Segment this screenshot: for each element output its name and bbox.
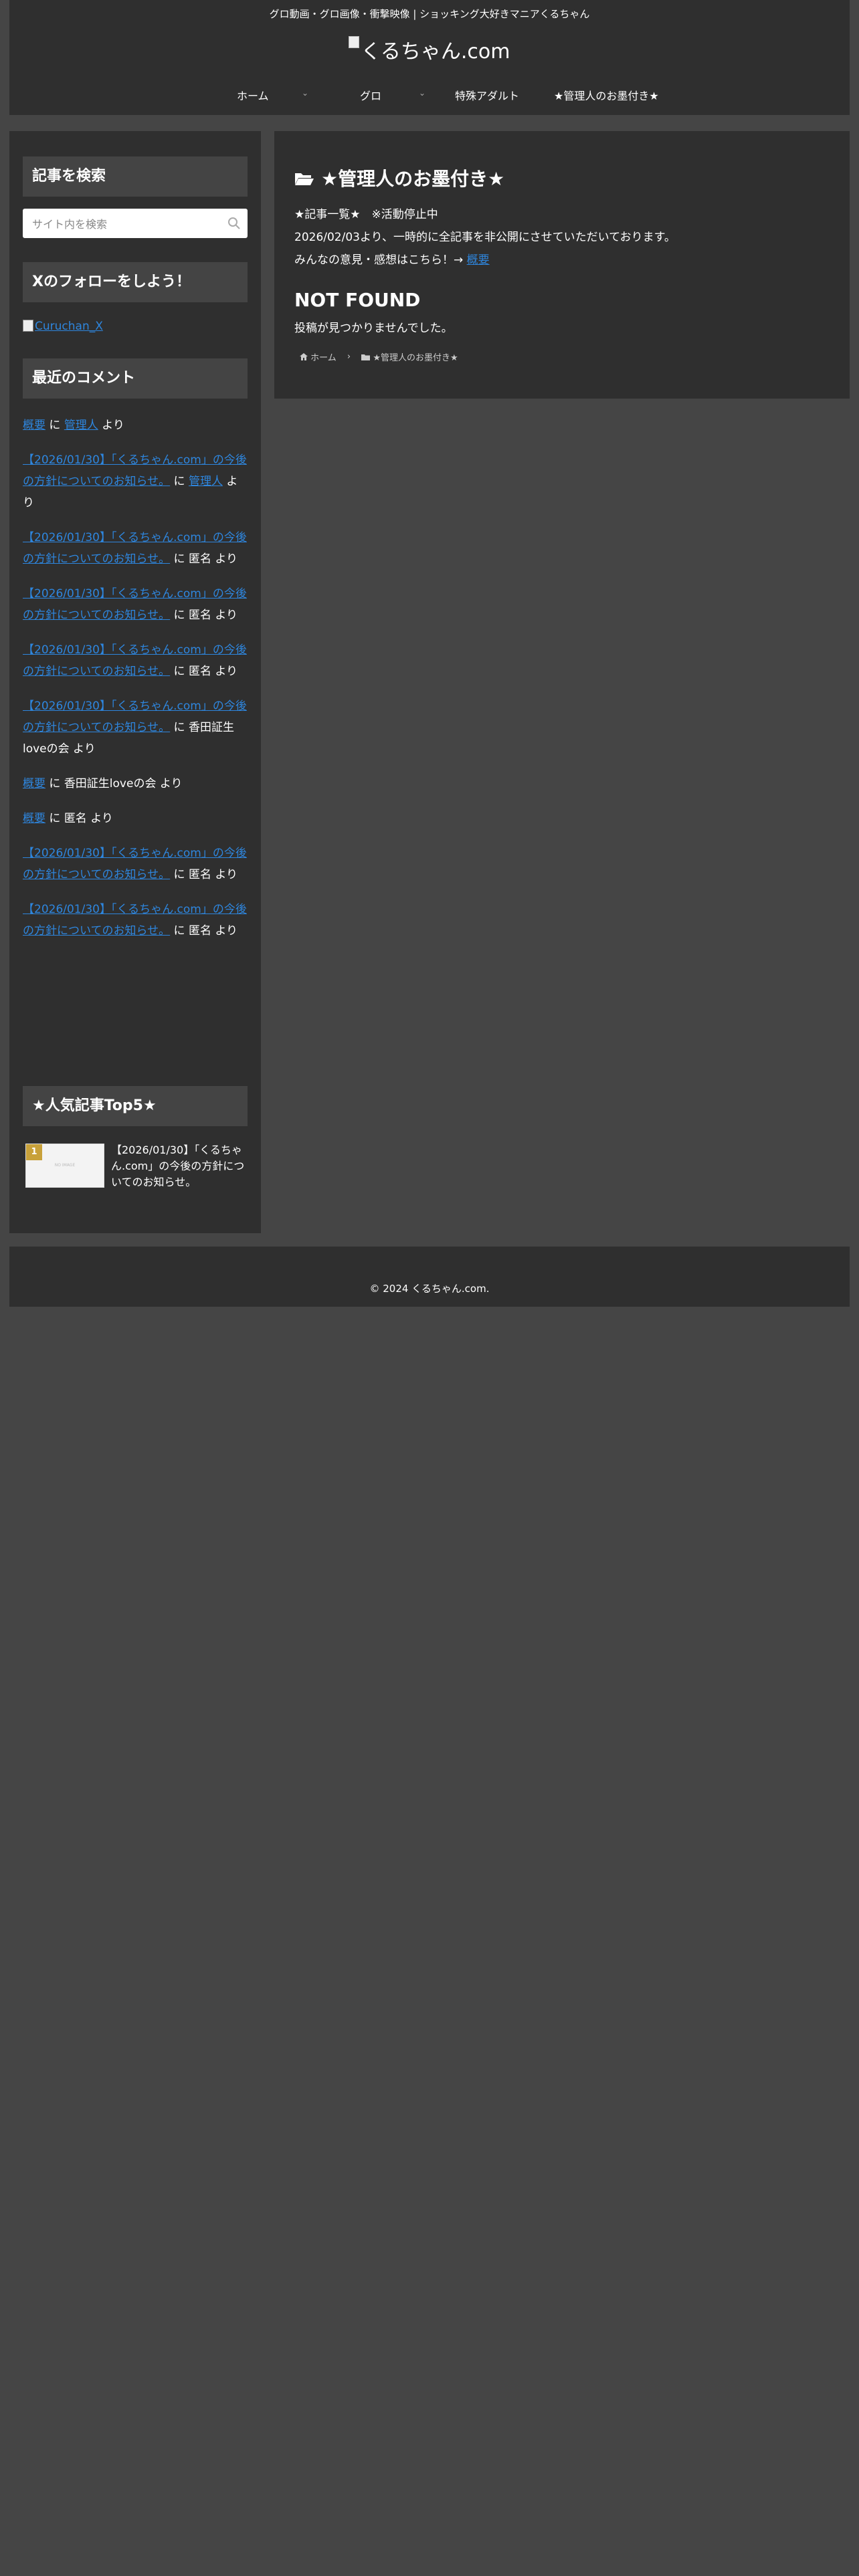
popular-post-title[interactable]: 【2026/01/30】「くるちゃん.com」の今後の方針についてのお知らせ。	[111, 1142, 252, 1190]
x-follow-link[interactable]: Curuchan_X	[23, 320, 103, 333]
comment-item: 概要 に 匿名 より	[23, 808, 248, 829]
desc-line-3-prefix: みんなの意見・感想はこちら！→	[294, 253, 467, 267]
comment-connector: に	[170, 924, 189, 938]
popular-posts-title: ★人気記事Top5★	[23, 1086, 248, 1126]
x-follow-image-alt[interactable]: Curuchan_X	[35, 320, 103, 333]
desc-line-2: 2026/02/03より、一時的に全記事を非公開にさせていただいております。	[294, 231, 676, 244]
recent-comments-list: 概要 に 管理人 より 【2026/01/30】「くるちゃん.com」の今後の方…	[23, 415, 248, 955]
comment-author: 匿名	[188, 609, 211, 622]
search-form	[23, 209, 248, 239]
main-navigation: ホーム ⌄ グロ ⌄ 特殊アダルト ★管理人のお墨付き★	[9, 82, 850, 108]
rank-badge: 1	[26, 1144, 42, 1160]
breadcrumb: ホーム › ★管理人のお墨付き★	[300, 350, 458, 363]
sidebar: 記事を検索 Xのフォローをしよう！ Curuchan_X 最近のコメント 概要 …	[9, 131, 261, 1233]
comment-suffix: より	[211, 924, 238, 938]
page-title-text: ★管理人のお墨付き★	[321, 168, 505, 190]
nav-item-admin-picks[interactable]: ★管理人のお墨付き★	[554, 87, 659, 103]
comment-item: 【2026/01/30】「くるちゃん.com」の今後の方針についてのお知らせ。 …	[23, 449, 248, 514]
comment-connector: に	[170, 868, 189, 881]
comment-author-link[interactable]: 管理人	[189, 475, 223, 488]
comment-suffix: より	[98, 419, 124, 432]
category-description: ★記事一覧★ ※活動停止中 2026/02/03より、一時的に全記事を非公開にさ…	[294, 203, 676, 272]
folder-icon	[361, 354, 371, 360]
desc-line-1: ★記事一覧★ ※活動停止中	[294, 208, 438, 221]
comment-suffix: より	[211, 609, 238, 622]
nav-item-special-adult[interactable]: 特殊アダルト	[455, 87, 519, 103]
popular-post-thumbnail[interactable]: NO IMAGE 1	[25, 1144, 104, 1188]
no-image-label: NO IMAGE	[54, 1163, 76, 1168]
comment-suffix: より	[156, 777, 183, 790]
comment-author: 匿名	[188, 665, 211, 678]
comment-suffix: より	[211, 552, 238, 566]
folder-open-icon	[295, 173, 314, 185]
overview-link[interactable]: 概要	[467, 253, 490, 267]
comment-author: 匿名	[188, 552, 211, 566]
comment-author: 匿名	[64, 812, 87, 825]
comment-connector: に	[170, 721, 189, 734]
comment-post-link[interactable]: 概要	[23, 812, 45, 825]
chevron-down-icon[interactable]: ⌄	[419, 88, 425, 98]
comment-item: 【2026/01/30】「くるちゃん.com」の今後の方針についてのお知らせ。 …	[23, 899, 248, 942]
not-found-heading: NOT FOUND	[294, 289, 421, 311]
nav-item-guro[interactable]: グロ	[360, 87, 381, 103]
site-logo[interactable]: くるちゃん.com	[9, 35, 850, 64]
comment-connector: に	[170, 665, 189, 678]
recent-comments-title: 最近のコメント	[23, 358, 248, 399]
home-icon	[300, 353, 308, 360]
comment-connector: に	[45, 777, 64, 790]
copyright: © 2024 くるちゃん.com.	[369, 1283, 490, 1295]
comment-item: 【2026/01/30】「くるちゃん.com」の今後の方針についてのお知らせ。 …	[23, 639, 248, 682]
site-tagline: グロ動画・グロ画像・衝撃映像 | ショッキング大好きマニアくるちゃん	[269, 8, 590, 20]
comment-item: 【2026/01/30】「くるちゃん.com」の今後の方針についてのお知らせ。 …	[23, 583, 248, 626]
page-title: ★管理人のお墨付き★	[294, 165, 504, 191]
breadcrumb-current: ★管理人のお墨付き★	[373, 353, 458, 363]
comment-suffix: より	[86, 812, 113, 825]
comment-suffix: より	[211, 665, 238, 678]
comment-connector: に	[45, 812, 64, 825]
broken-image-icon	[23, 320, 33, 332]
comment-author: 匿名	[188, 924, 211, 938]
comment-item: 【2026/01/30】「くるちゃん.com」の今後の方針についてのお知らせ。 …	[23, 843, 248, 885]
breadcrumb-home[interactable]: ホーム	[310, 353, 337, 363]
site-logo-text[interactable]: くるちゃん.com	[361, 40, 510, 64]
comment-item: 【2026/01/30】「くるちゃん.com」の今後の方針についてのお知らせ。 …	[23, 695, 248, 760]
comment-connector: に	[45, 419, 64, 432]
comment-item: 概要 に 管理人 より	[23, 415, 248, 436]
comment-item: 【2026/01/30】「くるちゃん.com」の今後の方針についてのお知らせ。 …	[23, 527, 248, 570]
search-icon[interactable]	[227, 217, 241, 230]
comment-connector: に	[170, 552, 189, 566]
site-footer: © 2024 くるちゃん.com.	[9, 1247, 850, 1307]
search-widget-title: 記事を検索	[23, 156, 248, 197]
comment-post-link[interactable]: 概要	[23, 777, 45, 790]
comment-connector: に	[170, 609, 189, 622]
site-header: グロ動画・グロ画像・衝撃映像 | ショッキング大好きマニアくるちゃん くるちゃん…	[9, 0, 850, 115]
chevron-down-icon[interactable]: ⌄	[302, 88, 308, 98]
broken-image-icon	[349, 36, 360, 48]
comment-item: 概要 に 香田証生loveの会 より	[23, 773, 248, 794]
nav-item-home[interactable]: ホーム	[237, 87, 269, 103]
comment-suffix: より	[69, 742, 96, 756]
main-content: ★管理人のお墨付き★ ★記事一覧★ ※活動停止中 2026/02/03より、一時…	[274, 131, 850, 399]
search-input[interactable]	[31, 209, 221, 239]
follow-widget-title: Xのフォローをしよう！	[23, 262, 248, 302]
breadcrumb-separator: ›	[347, 352, 351, 362]
comment-author: 匿名	[188, 868, 211, 881]
comment-post-link[interactable]: 概要	[23, 419, 45, 432]
not-found-message: 投稿が見つかりませんでした。	[294, 322, 453, 335]
comment-connector: に	[170, 475, 189, 488]
comment-author: 香田証生loveの会	[64, 777, 157, 790]
comment-suffix: より	[211, 868, 238, 881]
comment-author-link[interactable]: 管理人	[64, 419, 98, 432]
desc-line-3: みんなの意見・感想はこちら！→ 概要	[294, 249, 676, 272]
